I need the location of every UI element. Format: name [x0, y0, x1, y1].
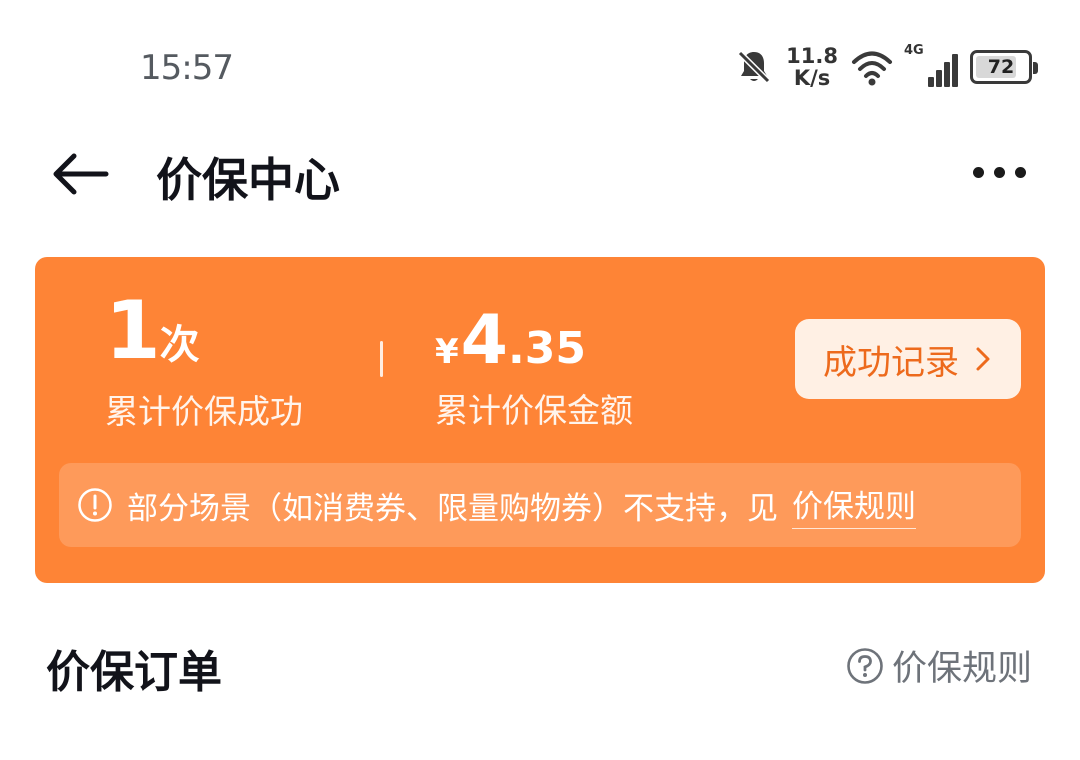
notice-rules-link[interactable]: 价保规则	[792, 481, 916, 529]
arrow-left-icon	[53, 153, 109, 195]
success-record-button[interactable]: 成功记录	[795, 319, 1021, 399]
signal-icon: 4G	[904, 43, 958, 87]
back-button[interactable]	[50, 146, 116, 202]
total-amount-label: 累计价保金额	[435, 391, 633, 430]
network-speed: 11.8 K/s	[786, 45, 838, 89]
wifi-icon	[852, 51, 892, 86]
status-time: 15:57	[140, 48, 234, 88]
network-speed-value: 11.8	[786, 44, 838, 68]
battery-icon: 72	[970, 50, 1038, 84]
battery-level: 72	[987, 56, 1015, 78]
success-record-label: 成功记录	[823, 342, 959, 383]
success-count-unit: 次	[159, 322, 200, 368]
bell-muted-icon	[738, 50, 771, 84]
amount-decimal: .35	[508, 323, 586, 374]
success-count-label: 累计价保成功	[105, 392, 303, 431]
network-type: 4G	[904, 43, 924, 58]
price-rules-label: 价保规则	[891, 649, 1032, 689]
success-count-stat: 1次 累计价保成功	[105, 291, 303, 433]
chevron-right-icon	[976, 347, 990, 371]
stat-divider	[380, 341, 383, 377]
info-circle-icon	[78, 488, 112, 522]
currency-symbol: ¥	[435, 332, 459, 372]
success-count: 1	[105, 284, 161, 377]
help-circle-icon	[847, 647, 883, 684]
amount-integer: 4	[460, 301, 508, 380]
notice-bar: 部分场景（如消费券、限量购物券）不支持，见 价保规则	[59, 463, 1021, 547]
more-dots-icon	[973, 166, 984, 178]
orders-section-title: 价保订单	[46, 647, 222, 698]
status-bar: 15:57 11.8 K/s 4G 72	[0, 0, 1080, 130]
network-speed-unit: K/s	[793, 66, 831, 90]
status-icons: 11.8 K/s 4G 72	[734, 40, 1038, 94]
title-bar: 价保中心	[0, 130, 1080, 220]
price-rules-link[interactable]: 价保规则	[846, 640, 1032, 691]
notice-text: 部分场景（如消费券、限量购物券）不支持，见	[127, 490, 778, 527]
more-button[interactable]	[973, 160, 1026, 184]
total-amount-stat: ¥4.35 累计价保金额	[435, 307, 633, 432]
price-protection-summary-card: 1次 累计价保成功 ¥4.35 累计价保金额 成功记录 部分场景（如消费券、限量…	[35, 257, 1045, 583]
page-title: 价保中心	[156, 153, 340, 207]
screen: 15:57 11.8 K/s 4G 72 价保中心 1次 累计价保成功 ¥4.3…	[0, 0, 1080, 760]
